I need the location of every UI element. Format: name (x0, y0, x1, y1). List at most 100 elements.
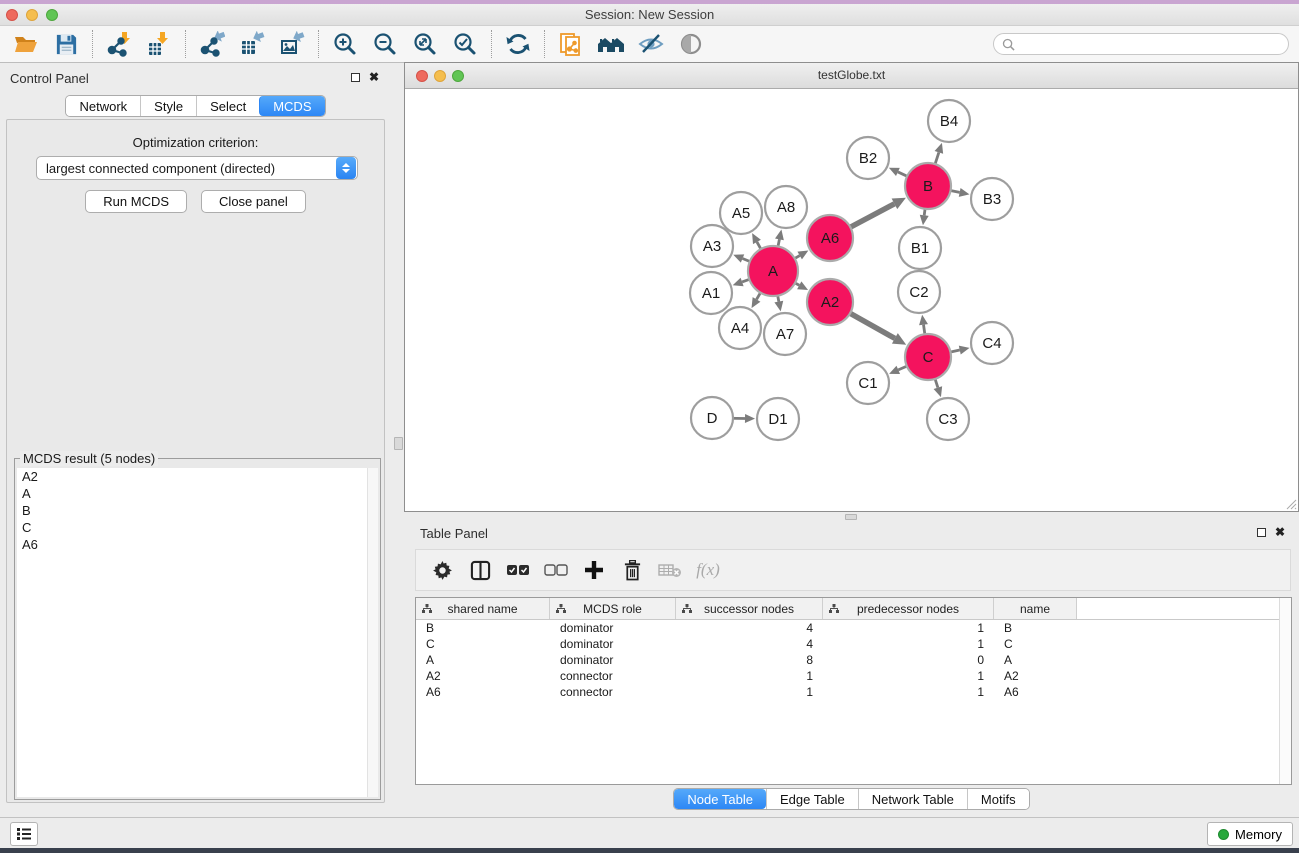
export-image-button[interactable] (272, 28, 312, 60)
deselect-all-button[interactable] (539, 553, 573, 587)
cell-shared-name[interactable]: B (416, 621, 550, 635)
cell-name[interactable]: C (994, 637, 1077, 651)
refresh-button[interactable] (498, 28, 538, 60)
graph-node-B4[interactable]: B4 (928, 100, 970, 142)
search-input[interactable] (1020, 37, 1280, 52)
graph-node-C4[interactable]: C4 (971, 322, 1013, 364)
cell-name[interactable]: A6 (994, 685, 1077, 699)
optimization-criterion-dropdown[interactable]: largest connected component (directed) (36, 156, 358, 180)
import-network-button[interactable] (99, 28, 139, 60)
table-row[interactable]: A2connector11A2 (416, 668, 1291, 684)
zoom-fit-button[interactable] (405, 28, 445, 60)
zoom-out-button[interactable] (365, 28, 405, 60)
split-columns-button[interactable] (463, 553, 497, 587)
cell-predecessor-nodes[interactable]: 1 (823, 669, 994, 683)
graph-node-A5[interactable]: A5 (720, 192, 762, 234)
graph-node-A2[interactable]: A2 (807, 279, 853, 325)
table-row[interactable]: Cdominator41C (416, 636, 1291, 652)
column-header-predecessor-nodes[interactable]: predecessor nodes (823, 598, 994, 619)
show-panels-button[interactable] (10, 822, 38, 846)
duplicate-network-button[interactable] (551, 28, 591, 60)
tab-mcds[interactable]: MCDS (259, 96, 324, 116)
zoom-selected-button[interactable] (445, 28, 485, 60)
tab-edge-table[interactable]: Edge Table (766, 789, 858, 809)
export-network-button[interactable] (192, 28, 232, 60)
graph-node-A4[interactable]: A4 (719, 307, 761, 349)
tab-select[interactable]: Select (196, 96, 259, 116)
result-item-a2[interactable]: A2 (17, 468, 378, 485)
graph-node-B1[interactable]: B1 (899, 227, 941, 269)
table-settings-button[interactable] (425, 553, 459, 587)
export-table-button[interactable] (232, 28, 272, 60)
cell-successor-nodes[interactable]: 4 (676, 637, 823, 651)
table-row[interactable]: A6connector11A6 (416, 684, 1291, 700)
cell-successor-nodes[interactable]: 1 (676, 685, 823, 699)
graph-node-A8[interactable]: A8 (765, 186, 807, 228)
graph-node-C1[interactable]: C1 (847, 362, 889, 404)
graph-node-A3[interactable]: A3 (691, 225, 733, 267)
cell-predecessor-nodes[interactable]: 1 (823, 637, 994, 651)
close-panel-icon[interactable]: ✖ (1275, 527, 1285, 537)
open-session-button[interactable] (6, 28, 46, 60)
result-item-a6[interactable]: A6 (17, 536, 378, 553)
show-graphics-details-button[interactable] (671, 28, 711, 60)
tab-motifs[interactable]: Motifs (967, 789, 1029, 809)
close-panel-icon[interactable]: ✖ (369, 72, 379, 82)
column-header-name[interactable]: name (994, 598, 1077, 619)
vertical-splitter-handle[interactable] (394, 437, 403, 450)
cell-mcds-role[interactable]: dominator (550, 653, 676, 667)
cell-mcds-role[interactable]: dominator (550, 621, 676, 635)
cell-successor-nodes[interactable]: 1 (676, 669, 823, 683)
float-panel-icon[interactable] (351, 73, 360, 82)
run-mcds-button[interactable]: Run MCDS (85, 190, 187, 213)
result-item-b[interactable]: B (17, 502, 378, 519)
table-row[interactable]: Bdominator41B (416, 620, 1291, 636)
cell-successor-nodes[interactable]: 8 (676, 653, 823, 667)
graph-node-C[interactable]: C (905, 334, 951, 380)
column-header-shared-name[interactable]: shared name (416, 598, 550, 619)
cell-name[interactable]: A (994, 653, 1077, 667)
tab-network-table[interactable]: Network Table (858, 789, 967, 809)
select-all-button[interactable] (501, 553, 535, 587)
cell-shared-name[interactable]: A6 (416, 685, 550, 699)
table-row[interactable]: Adominator80A (416, 652, 1291, 668)
close-panel-button[interactable]: Close panel (201, 190, 306, 213)
result-list-scrollbar[interactable] (367, 468, 378, 797)
delete-column-button[interactable] (653, 553, 687, 587)
cell-predecessor-nodes[interactable]: 0 (823, 653, 994, 667)
cell-shared-name[interactable]: A2 (416, 669, 550, 683)
save-session-button[interactable] (46, 28, 86, 60)
add-column-button[interactable] (577, 553, 611, 587)
mcds-result-list[interactable]: A2ABCA6 (17, 468, 378, 797)
resize-grip-icon[interactable] (1285, 498, 1297, 510)
result-item-a[interactable]: A (17, 485, 378, 502)
graph-node-B[interactable]: B (905, 163, 951, 209)
import-table-button[interactable] (139, 28, 179, 60)
zoom-in-button[interactable] (325, 28, 365, 60)
network-canvas[interactable]: B4B2BB3A8A5A6A3B1AC2A1A2A4A7C4CC1DD1C3 (405, 89, 1298, 511)
function-builder-button[interactable]: f(x) (691, 553, 725, 587)
float-panel-icon[interactable] (1257, 528, 1266, 537)
cell-mcds-role[interactable]: connector (550, 669, 676, 683)
reset-layout-button[interactable] (591, 28, 631, 60)
graph-node-C2[interactable]: C2 (898, 271, 940, 313)
cell-shared-name[interactable]: C (416, 637, 550, 651)
result-item-c[interactable]: C (17, 519, 378, 536)
graph-node-A1[interactable]: A1 (690, 272, 732, 314)
cell-predecessor-nodes[interactable]: 1 (823, 621, 994, 635)
graph-node-B3[interactable]: B3 (971, 178, 1013, 220)
cell-shared-name[interactable]: A (416, 653, 550, 667)
node-table[interactable]: shared nameMCDS rolesuccessor nodesprede… (415, 597, 1292, 785)
tab-style[interactable]: Style (140, 96, 196, 116)
memory-button[interactable]: Memory (1207, 822, 1293, 846)
cell-mcds-role[interactable]: connector (550, 685, 676, 699)
delete-row-button[interactable] (615, 553, 649, 587)
graph-node-C3[interactable]: C3 (927, 398, 969, 440)
tab-node-table[interactable]: Node Table (674, 789, 766, 809)
cell-predecessor-nodes[interactable]: 1 (823, 685, 994, 699)
column-header-mcds-role[interactable]: MCDS role (550, 598, 676, 619)
graph-node-A[interactable]: A (748, 246, 798, 296)
graph-node-A6[interactable]: A6 (807, 215, 853, 261)
table-scrollbar[interactable] (1279, 598, 1291, 784)
cell-name[interactable]: B (994, 621, 1077, 635)
